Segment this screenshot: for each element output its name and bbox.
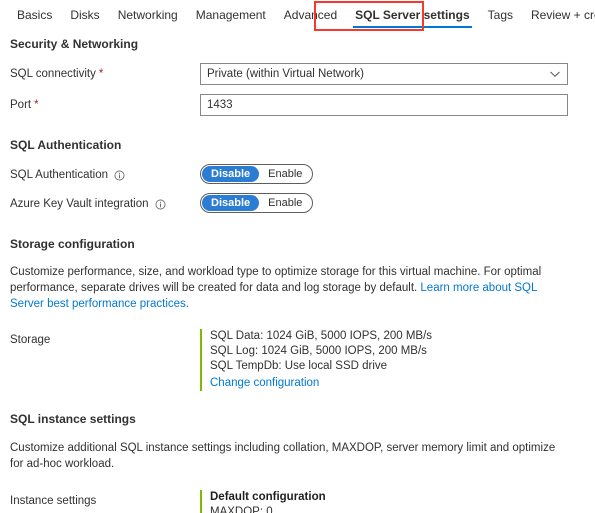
storage-summary-block: SQL Data: 1024 GiB, 5000 IOPS, 200 MB/s … bbox=[200, 329, 432, 391]
chevron-down-icon bbox=[549, 68, 561, 80]
label-sql-authentication: SQL Authentication bbox=[10, 164, 200, 183]
tab-management[interactable]: Management bbox=[187, 0, 275, 31]
label-text: Instance settings bbox=[10, 495, 97, 507]
field-wrap-sql-connectivity: Private (within Virtual Network) bbox=[200, 63, 595, 85]
sql-connectivity-select[interactable]: Private (within Virtual Network) bbox=[200, 63, 568, 85]
sql-instance-settings-description: Customize additional SQL instance settin… bbox=[10, 442, 556, 470]
input-value: 1433 bbox=[207, 99, 233, 111]
tab-label: Basics bbox=[17, 8, 53, 22]
label-text: SQL connectivity bbox=[10, 68, 96, 80]
tab-label: Disks bbox=[70, 8, 100, 22]
toggle-option-disable[interactable]: Disable bbox=[202, 166, 260, 182]
section-heading-sql-instance-settings: SQL instance settings bbox=[10, 412, 136, 426]
row-sql-connectivity: SQL connectivity * Private (within Virtu… bbox=[0, 63, 595, 85]
field-wrap-azure-key-vault-toggle: Disable Enable bbox=[200, 193, 595, 213]
label-sql-connectivity: SQL connectivity * bbox=[10, 63, 200, 82]
tab-label: Tags bbox=[487, 8, 513, 22]
label-storage: Storage bbox=[10, 329, 200, 348]
storage-line-data: SQL Data: 1024 GiB, 5000 IOPS, 200 MB/s bbox=[210, 330, 433, 342]
tab-basics[interactable]: Basics bbox=[8, 0, 61, 31]
row-sql-authentication: SQL Authentication Disable Enable bbox=[0, 164, 595, 184]
tab-tags[interactable]: Tags bbox=[479, 0, 522, 31]
info-icon[interactable] bbox=[114, 170, 125, 181]
field-wrap-port: 1433 bbox=[200, 94, 595, 116]
tab-label: Management bbox=[195, 8, 266, 22]
tab-sql-server-settings[interactable]: SQL Server settings bbox=[346, 0, 479, 31]
selected-value: Private (within Virtual Network) bbox=[207, 68, 365, 80]
toggle-option-enable[interactable]: Enable bbox=[259, 166, 311, 182]
row-azure-key-vault-integration: Azure Key Vault integration Disable Enab… bbox=[0, 193, 595, 213]
section-heading-storage-configuration: Storage configuration bbox=[10, 237, 135, 251]
label-text: Port bbox=[10, 99, 32, 111]
instance-line-maxdop: MAXDOP: 0 bbox=[210, 506, 273, 513]
label-port: Port * bbox=[10, 94, 200, 113]
azure-key-vault-integration-toggle[interactable]: Disable Enable bbox=[200, 193, 314, 213]
port-input[interactable]: 1433 bbox=[200, 94, 568, 116]
label-text: Azure Key Vault integration bbox=[10, 198, 149, 210]
tab-review-create[interactable]: Review + create bbox=[522, 0, 595, 31]
sql-server-settings-page: Basics Disks Networking Management Advan… bbox=[0, 0, 595, 513]
row-instance-settings: Instance settings Default configuration … bbox=[0, 490, 595, 513]
toggle-option-enable[interactable]: Enable bbox=[259, 195, 311, 211]
storage-configuration-description: Customize performance, size, and workloa… bbox=[0, 264, 595, 312]
row-storage: Storage SQL Data: 1024 GiB, 5000 IOPS, 2… bbox=[0, 329, 595, 391]
section-heading-security-networking: Security & Networking bbox=[10, 37, 139, 51]
tab-label: Review + create bbox=[531, 8, 595, 22]
label-text: SQL Authentication bbox=[10, 169, 109, 181]
settings-content: Security & Networking SQL connectivity *… bbox=[0, 32, 595, 513]
tab-label: Networking bbox=[117, 8, 178, 22]
tab-label: SQL Server settings bbox=[355, 8, 470, 22]
instance-config-title: Default configuration bbox=[210, 491, 326, 503]
required-asterisk: * bbox=[34, 99, 39, 111]
tab-advanced[interactable]: Advanced bbox=[275, 0, 346, 31]
storage-line-tempdb: SQL TempDb: Use local SSD drive bbox=[210, 360, 388, 372]
wizard-tab-bar: Basics Disks Networking Management Advan… bbox=[0, 0, 595, 32]
row-port: Port * 1433 bbox=[0, 94, 595, 116]
change-configuration-link[interactable]: Change configuration bbox=[210, 377, 319, 389]
info-icon[interactable] bbox=[155, 199, 166, 210]
toggle-option-disable[interactable]: Disable bbox=[202, 195, 260, 211]
storage-line-log: SQL Log: 1024 GiB, 5000 IOPS, 200 MB/s bbox=[210, 345, 427, 357]
tab-disks[interactable]: Disks bbox=[61, 0, 108, 31]
tab-networking[interactable]: Networking bbox=[109, 0, 187, 31]
active-tab-underline bbox=[353, 26, 472, 28]
label-azure-key-vault-integration: Azure Key Vault integration bbox=[10, 193, 200, 212]
instance-settings-summary-block: Default configuration MAXDOP: 0 SQL Serv… bbox=[200, 490, 451, 513]
tab-label: Advanced bbox=[283, 8, 338, 22]
field-wrap-sql-authentication-toggle: Disable Enable bbox=[200, 164, 595, 184]
section-heading-sql-authentication: SQL Authentication bbox=[10, 138, 122, 152]
label-text: Storage bbox=[10, 334, 51, 346]
label-instance-settings: Instance settings bbox=[10, 490, 200, 509]
sql-authentication-toggle[interactable]: Disable Enable bbox=[200, 164, 314, 184]
required-asterisk: * bbox=[98, 68, 104, 80]
